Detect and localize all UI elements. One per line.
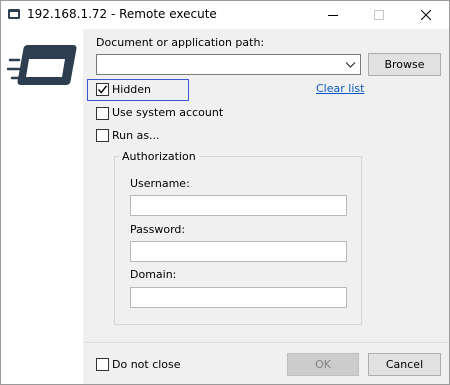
path-combobox[interactable] bbox=[96, 54, 361, 75]
window-title: 192.168.1.72 - Remote execute bbox=[27, 7, 217, 21]
hidden-checkbox[interactable] bbox=[96, 83, 109, 96]
sidebar-panel bbox=[1, 29, 83, 384]
password-input[interactable] bbox=[130, 241, 347, 262]
footer-divider bbox=[84, 342, 449, 343]
username-input[interactable] bbox=[130, 195, 347, 216]
password-label: Password: bbox=[130, 223, 186, 236]
minimize-icon bbox=[328, 15, 338, 16]
maximize-icon bbox=[374, 10, 384, 20]
hidden-label[interactable]: Hidden bbox=[112, 83, 151, 96]
username-label: Username: bbox=[130, 177, 190, 190]
minimize-button[interactable] bbox=[310, 1, 356, 29]
title-bar: 192.168.1.72 - Remote execute bbox=[1, 1, 449, 29]
domain-input[interactable] bbox=[130, 287, 347, 308]
cancel-button[interactable]: Cancel bbox=[368, 353, 441, 376]
clear-list-link[interactable]: Clear list bbox=[316, 82, 364, 95]
domain-label: Domain: bbox=[130, 268, 177, 281]
checkmark-icon bbox=[97, 85, 108, 94]
chevron-down-icon[interactable] bbox=[345, 59, 356, 70]
authorization-title: Authorization bbox=[119, 150, 199, 163]
close-button[interactable] bbox=[403, 1, 449, 29]
remote-app-icon bbox=[8, 9, 20, 19]
remote-execute-icon bbox=[7, 45, 77, 85]
system-account-checkbox[interactable] bbox=[96, 107, 109, 120]
do-not-close-checkbox[interactable] bbox=[96, 358, 109, 371]
close-icon bbox=[421, 10, 431, 20]
path-label: Document or application path: bbox=[96, 36, 265, 49]
ok-button[interactable]: OK bbox=[287, 353, 359, 376]
do-not-close-label[interactable]: Do not close bbox=[112, 358, 181, 371]
maximize-button bbox=[356, 1, 402, 29]
run-as-checkbox[interactable] bbox=[96, 129, 109, 142]
system-account-label[interactable]: Use system account bbox=[112, 106, 223, 119]
browse-button[interactable]: Browse bbox=[368, 53, 441, 76]
remote-execute-dialog: 192.168.1.72 - Remote execute Document o… bbox=[0, 0, 450, 385]
run-as-label[interactable]: Run as... bbox=[112, 129, 160, 142]
